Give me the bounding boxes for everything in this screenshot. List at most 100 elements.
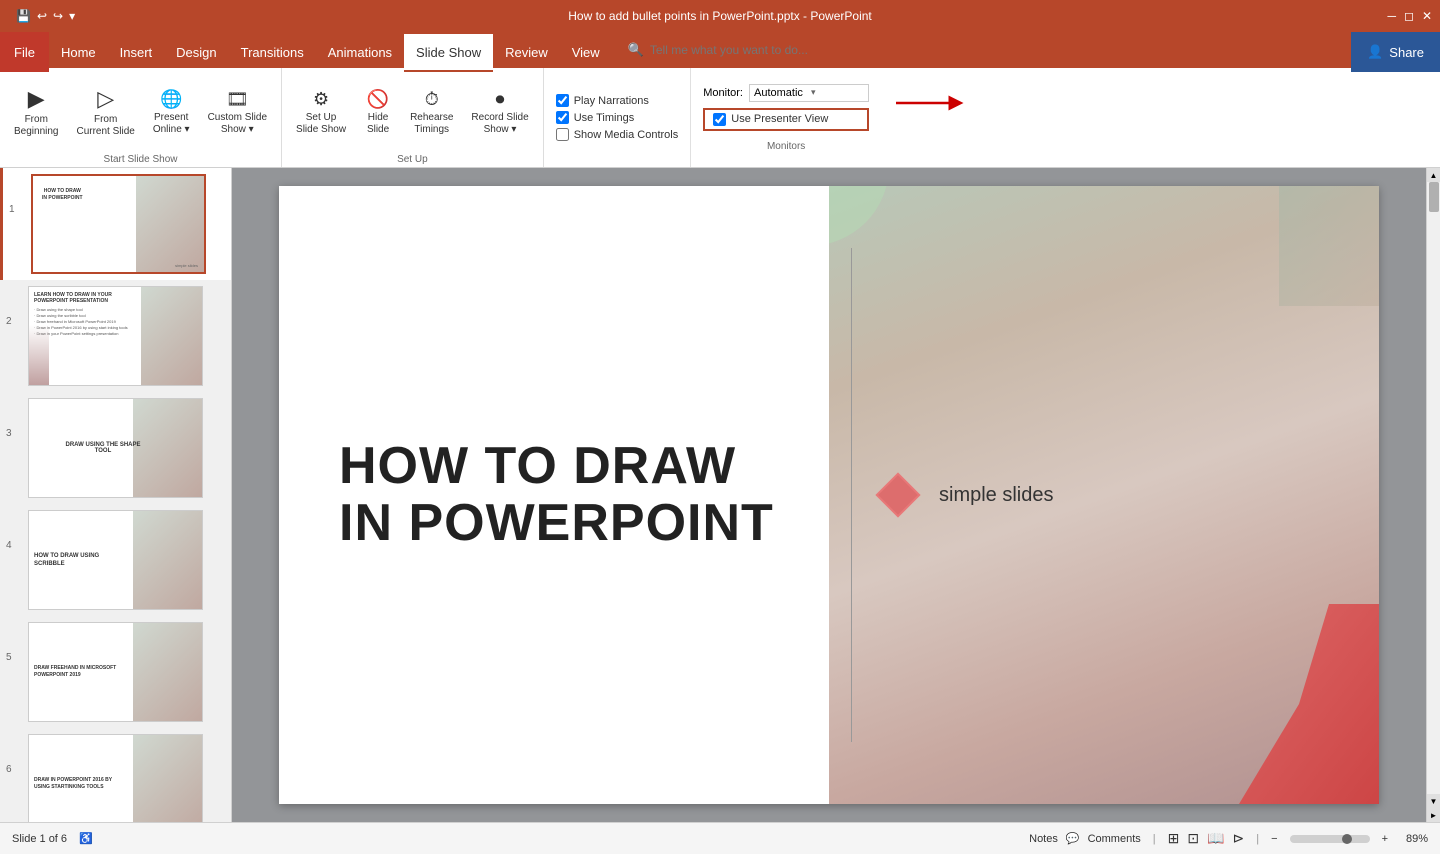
setup-label: Set Up [288, 152, 537, 167]
start-slideshow-label: Start Slide Show [6, 152, 275, 167]
slide-preview-1: HOW TO DRAWIN POWERPOINT simple slides [31, 174, 206, 274]
play-narrations-checkbox[interactable]: Play Narrations [556, 94, 679, 107]
hide-icon: 🚫 [367, 89, 389, 110]
film-icon: 🎞 [226, 89, 249, 110]
rehearse-timings-button[interactable]: ⏱ RehearseTimings [402, 76, 461, 148]
main-slide: HOW TO DRAW IN POWERPOINT simple slides [279, 186, 1379, 804]
slide-thumb-5[interactable]: 5 DRAW FREEHAND IN MICROSOFTPOWERPOINT 2… [0, 616, 231, 728]
save-icon[interactable]: 💾 [16, 9, 31, 23]
monitor-dropdown[interactable]: Automatic ▾ [749, 84, 869, 102]
slide-preview-3: DRAW USING THE SHAPETOOL [28, 398, 203, 498]
scroll-track [1427, 182, 1440, 794]
presenter-view-checkbox[interactable]: Use Presenter View [713, 113, 828, 126]
right-scrollbar: ▲ ▼ ► [1426, 168, 1440, 822]
slide-panel: 1 HOW TO DRAWIN POWERPOINT simple slides… [0, 168, 232, 822]
comments-button[interactable]: Comments [1088, 833, 1141, 845]
slide-thumb-4[interactable]: 4 HOW TO DRAW USINGSCRIBBLE [0, 504, 231, 616]
title-bar-left: 💾 ↩ ↪ ▾ [8, 0, 83, 32]
from-current-button[interactable]: ▷ FromCurrent Slide [68, 76, 142, 148]
start-slideshow-buttons: ▶ FromBeginning ▷ FromCurrent Slide 🌐 Pr… [6, 72, 275, 152]
custom-show-button[interactable]: 🎞 Custom SlideShow ▾ [200, 76, 275, 148]
status-bar: Slide 1 of 6 ♿ Notes 💬 Comments | ⊞ ⊡ 📖 … [0, 822, 1440, 854]
monitors-label: Monitors [703, 141, 869, 152]
record-slideshow-button[interactable]: ⏺ Record SlideShow ▾ [463, 76, 536, 148]
zoom-plus-button[interactable]: + [1382, 833, 1388, 845]
main-area: 1 HOW TO DRAWIN POWERPOINT simple slides… [0, 168, 1440, 822]
restore-icon[interactable]: ◻ [1404, 9, 1414, 23]
zoom-thumb [1342, 834, 1352, 844]
slide-sorter-icon[interactable]: ⊡ [1187, 830, 1199, 847]
menu-view[interactable]: View [560, 32, 612, 72]
setup-slideshow-button[interactable]: ⚙ Set UpSlide Show [288, 76, 354, 148]
scroll-up-button[interactable]: ▲ [1427, 168, 1440, 182]
normal-view-icon[interactable]: ⊞ [1168, 830, 1180, 847]
ribbon-content: ▶ FromBeginning ▷ FromCurrent Slide 🌐 Pr… [0, 68, 1440, 168]
slide-thumb-3[interactable]: 3 DRAW USING THE SHAPETOOL [0, 392, 231, 504]
arrow-annotation [891, 78, 971, 133]
window-controls: ─ ◻ ✕ [1387, 9, 1432, 23]
menu-bar: File Home Insert Design Transitions Anim… [0, 32, 1440, 68]
notes-button[interactable]: Notes [1029, 833, 1058, 845]
main-slide-title: HOW TO DRAW IN POWERPOINT [339, 438, 774, 552]
slide-thumb-1[interactable]: 1 HOW TO DRAWIN POWERPOINT simple slides [0, 168, 231, 280]
status-right: Notes 💬 Comments | ⊞ ⊡ 📖 ⊳ | − + 89% [1029, 830, 1428, 847]
slide-thumb-2[interactable]: 2 LEARN HOW TO DRAW IN YOURPOWERPOINT PR… [0, 280, 231, 392]
redo-icon[interactable]: ↪ [53, 9, 63, 23]
minimize-icon[interactable]: ─ [1387, 9, 1396, 23]
presenter-view-label: Use Presenter View [731, 113, 828, 125]
monitor-value: Automatic [754, 87, 807, 99]
gear-icon: ⚙ [313, 89, 329, 110]
close-icon[interactable]: ✕ [1422, 9, 1432, 23]
setup-buttons: ⚙ Set UpSlide Show 🚫 HideSlide ⏱ Rehears… [288, 72, 537, 152]
present-online-button[interactable]: 🌐 PresentOnline ▾ [145, 76, 198, 148]
menu-animations[interactable]: Animations [316, 32, 404, 72]
slide-preview-4: HOW TO DRAW USINGSCRIBBLE [28, 510, 203, 610]
zoom-minus-button[interactable]: − [1271, 833, 1277, 845]
setup-group: ⚙ Set UpSlide Show 🚫 HideSlide ⏱ Rehears… [282, 68, 544, 167]
slide-num-2: 2 [6, 286, 22, 327]
monitor-row: Monitor: Automatic ▾ [703, 84, 869, 102]
search-icon: 🔍 [628, 42, 644, 58]
search-input[interactable] [650, 43, 830, 57]
from-beginning-button[interactable]: ▶ FromBeginning [6, 76, 66, 148]
undo-icon[interactable]: ↩ [37, 9, 47, 23]
slide-num-6: 6 [6, 734, 22, 775]
share-button[interactable]: 👤 Share [1351, 32, 1440, 72]
menu-transitions[interactable]: Transitions [229, 32, 316, 72]
status-divider2: | [1256, 833, 1259, 845]
quick-access-toolbar: 💾 ↩ ↪ ▾ [8, 0, 83, 32]
menu-slideshow[interactable]: Slide Show [404, 32, 493, 72]
slide-num-4: 4 [6, 510, 22, 551]
play-current-icon: ▷ [97, 86, 114, 112]
slide-num-3: 3 [6, 398, 22, 439]
slideshow-view-icon[interactable]: ⊳ [1233, 830, 1245, 847]
timer-icon: ⏱ [425, 89, 439, 110]
tell-me-bar: 🔍 [612, 32, 1351, 68]
reading-view-icon[interactable]: 📖 [1207, 830, 1224, 847]
menu-home[interactable]: Home [49, 32, 108, 72]
slide-canvas-area: HOW TO DRAW IN POWERPOINT simple slides [232, 168, 1426, 822]
use-timings-checkbox[interactable]: Use Timings [556, 111, 679, 124]
customize-qat-icon[interactable]: ▾ [69, 9, 75, 23]
slide-preview-2: LEARN HOW TO DRAW IN YOURPOWERPOINT PRES… [28, 286, 203, 386]
menu-review[interactable]: Review [493, 32, 560, 72]
slide-divider [851, 248, 852, 742]
window-title: How to add bullet points in PowerPoint.p… [0, 9, 1440, 23]
menu-insert[interactable]: Insert [108, 32, 165, 72]
start-slideshow-group: ▶ FromBeginning ▷ FromCurrent Slide 🌐 Pr… [0, 68, 282, 167]
slide-info: Slide 1 of 6 [12, 833, 67, 845]
menu-file[interactable]: File [0, 32, 49, 72]
scroll-thumb [1429, 182, 1439, 212]
slide-thumb-6[interactable]: 6 DRAW IN POWERPOINT 2016 BYUSING STARTI… [0, 728, 231, 822]
accessibility-icon[interactable]: ♿ [79, 832, 93, 845]
hide-slide-button[interactable]: 🚫 HideSlide [356, 76, 400, 148]
slide-num-5: 5 [6, 622, 22, 663]
scroll-right-button[interactable]: ► [1427, 808, 1440, 822]
menu-design[interactable]: Design [164, 32, 228, 72]
monitor-label: Monitor: [703, 87, 743, 99]
scroll-down-button[interactable]: ▼ [1427, 794, 1440, 808]
person-icon: 👤 [1367, 44, 1383, 60]
zoom-level[interactable]: 89% [1396, 833, 1428, 845]
zoom-slider[interactable] [1290, 835, 1370, 843]
show-media-controls-checkbox[interactable]: Show Media Controls [556, 128, 679, 141]
